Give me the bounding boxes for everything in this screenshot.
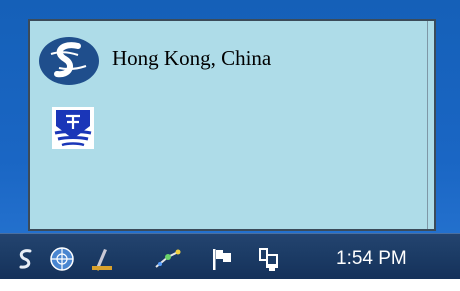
notification-popup[interactable]: Hong Kong, China <box>28 19 436 231</box>
warning-shield-icon <box>52 107 94 149</box>
wmo-globe-icon[interactable] <box>48 245 76 273</box>
popup-edge <box>427 21 428 229</box>
notification-title: Hong Kong, China <box>112 46 272 70</box>
action-center-flag-icon[interactable] <box>208 245 236 273</box>
hko-logo-icon <box>38 35 100 87</box>
taskbar-clock[interactable]: 1:54 PM <box>336 248 407 270</box>
taskbar: 1:54 PM <box>0 233 460 279</box>
network-monitor-icon[interactable] <box>254 245 282 273</box>
network-sparkle-icon[interactable] <box>154 245 182 273</box>
screen-margin <box>0 279 460 291</box>
weather-app-icon[interactable] <box>12 245 40 273</box>
pen-tool-icon[interactable] <box>88 245 116 273</box>
